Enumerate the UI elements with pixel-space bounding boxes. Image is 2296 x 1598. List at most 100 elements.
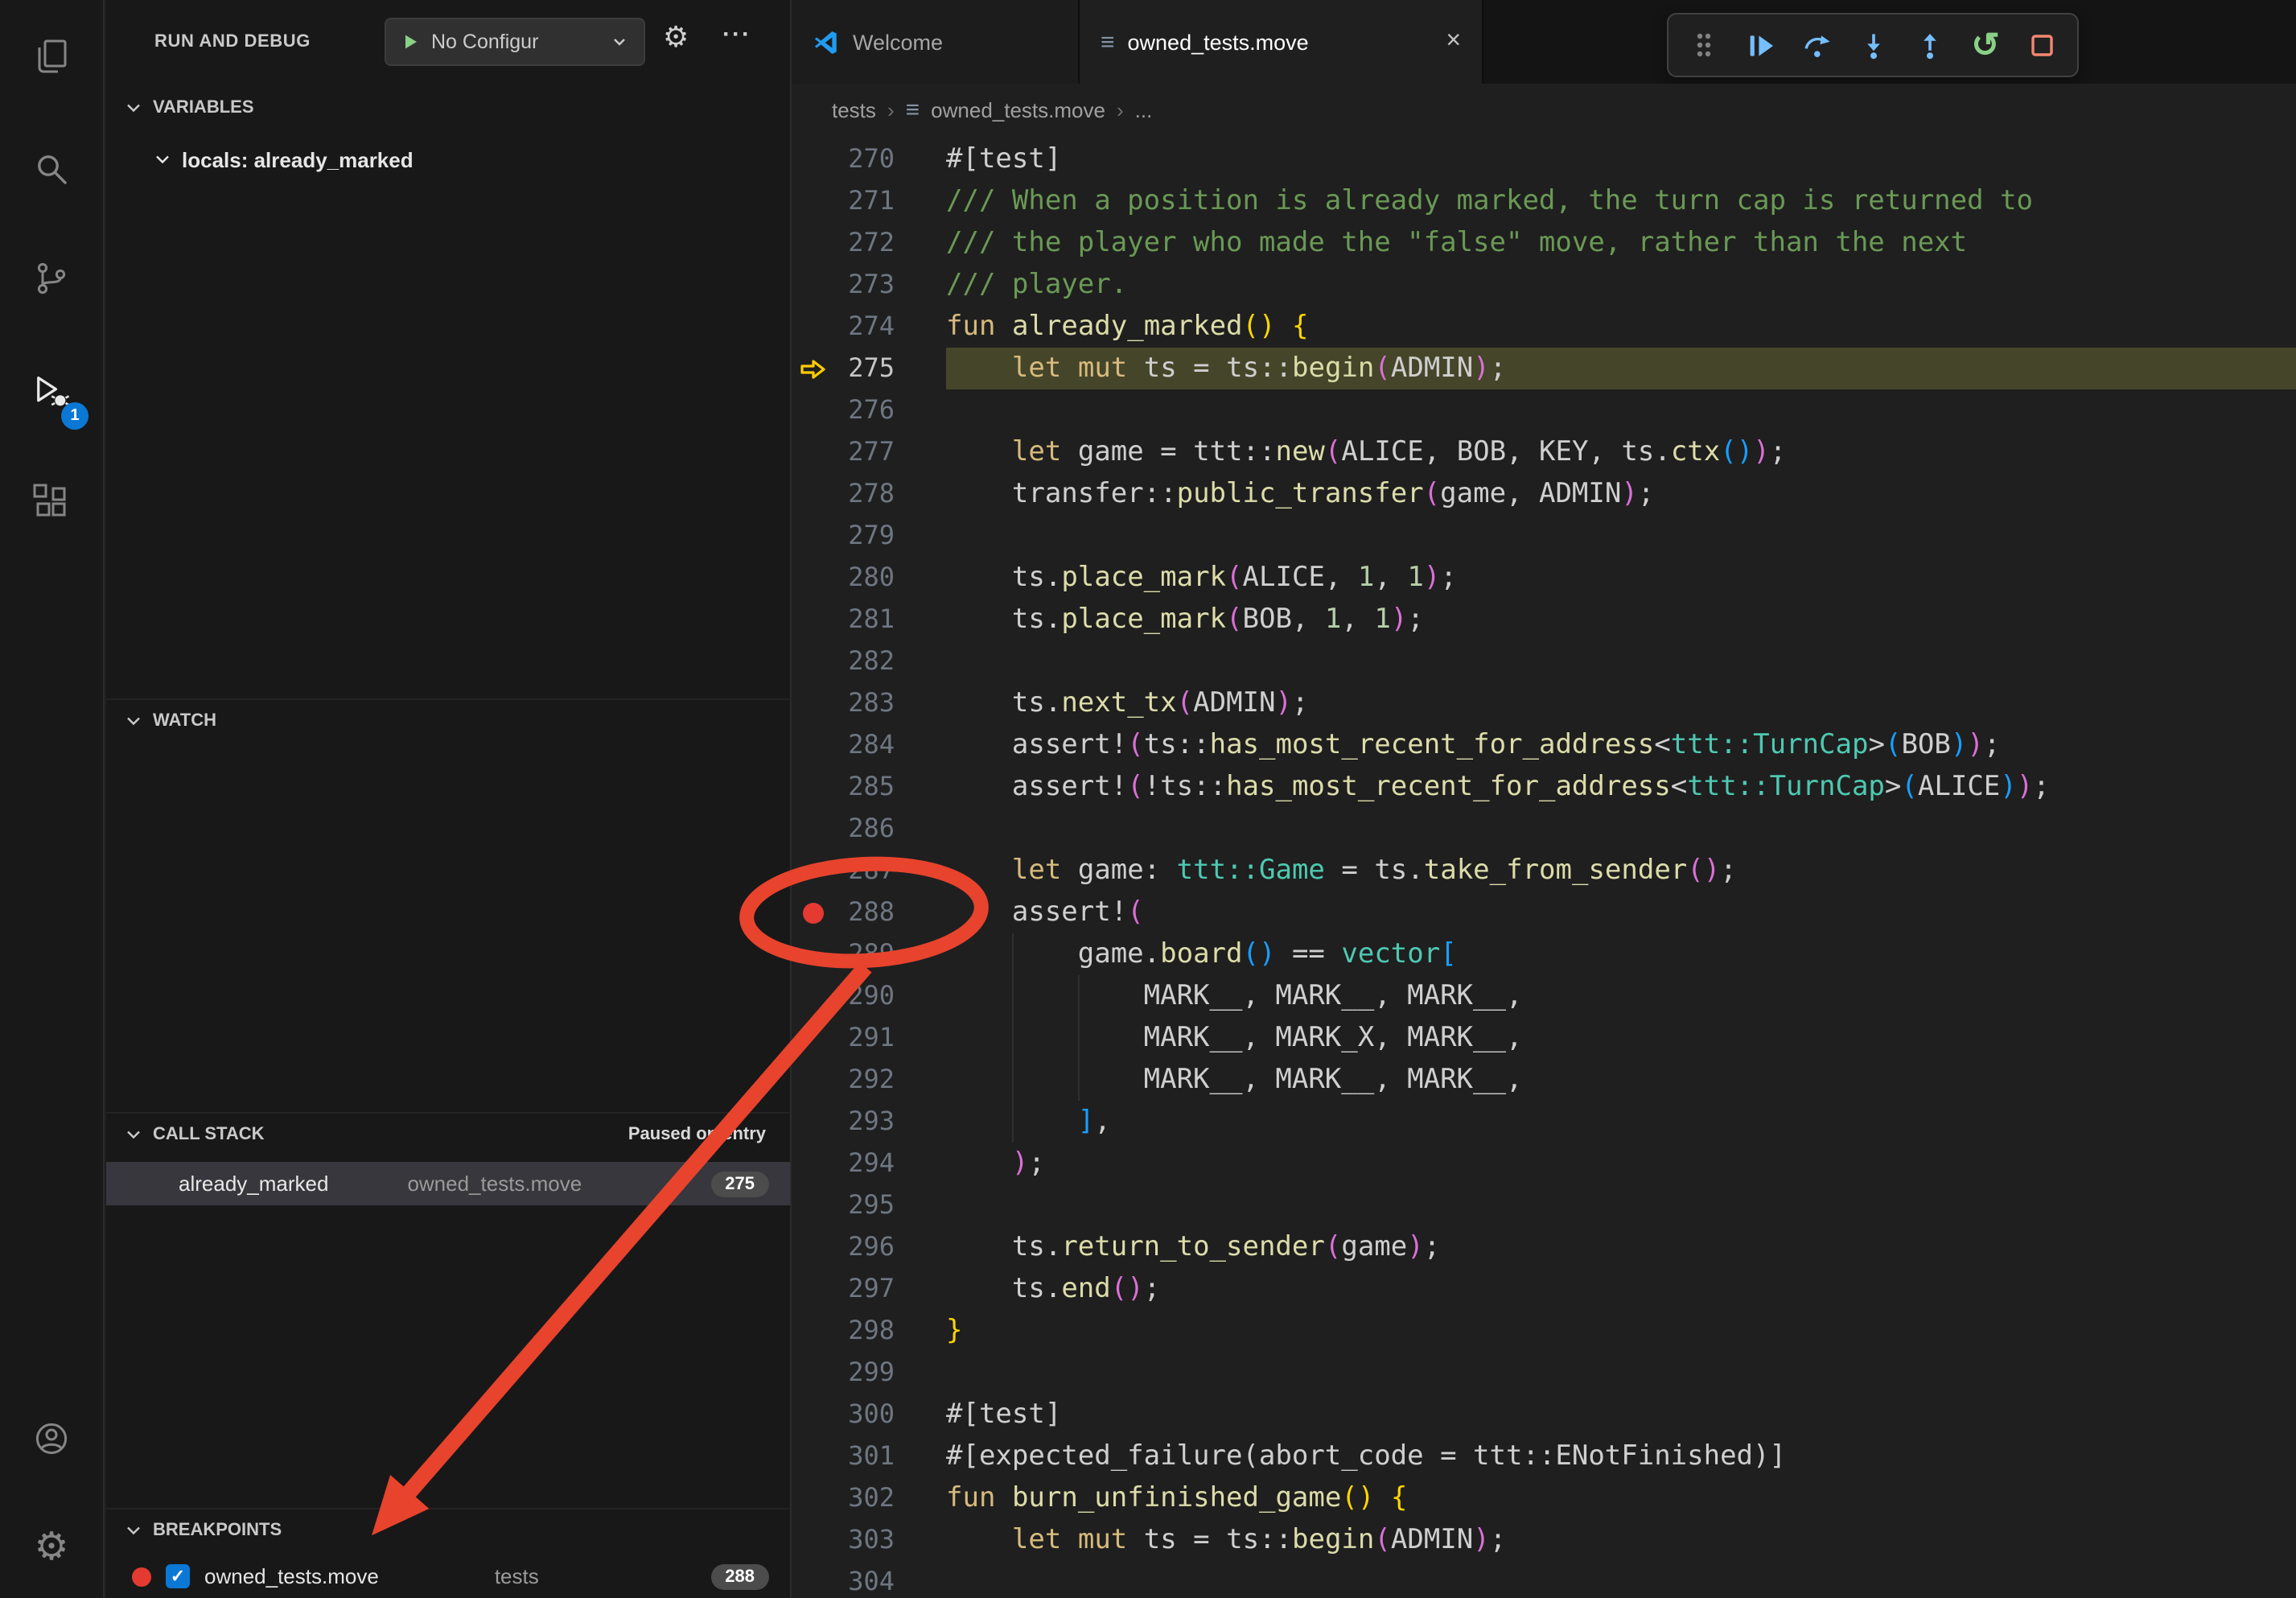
line-number[interactable]: 272 — [833, 222, 895, 264]
debug-config-dropdown[interactable]: No Configur — [385, 18, 645, 66]
line-number[interactable]: 279 — [833, 515, 895, 557]
line-number[interactable]: 293 — [833, 1101, 895, 1143]
line-number[interactable]: 271 — [833, 180, 895, 222]
code-line[interactable]: 302fun burn_unfinished_game() { — [792, 1477, 2296, 1519]
section-variables[interactable]: VARIABLES — [106, 87, 790, 129]
activity-item-settings[interactable]: ⚙ — [13, 1509, 90, 1587]
code-area[interactable]: 270#[test]271/// When a position is alre… — [792, 138, 2296, 1598]
code-line[interactable]: 289 game.board() == vector[ — [792, 933, 2296, 975]
line-number[interactable]: 302 — [833, 1477, 895, 1519]
gutter-glyph-margin[interactable] — [792, 599, 833, 640]
step-over-button[interactable] — [1797, 26, 1836, 64]
start-debugging-icon[interactable] — [401, 32, 420, 51]
tab-welcome[interactable]: Welcome — [792, 0, 1080, 84]
code-line[interactable]: 276 — [792, 389, 2296, 431]
line-number[interactable]: 298 — [833, 1310, 895, 1352]
activity-item-source-control[interactable] — [13, 240, 90, 317]
code-line[interactable]: 298} — [792, 1310, 2296, 1352]
line-number[interactable]: 300 — [833, 1394, 895, 1435]
breadcrumb-item-file[interactable]: owned_tests.move — [931, 98, 1105, 122]
section-breakpoints[interactable]: BREAKPOINTS — [106, 1508, 790, 1550]
gutter-glyph-margin[interactable] — [792, 975, 833, 1017]
line-number[interactable]: 304 — [833, 1561, 895, 1598]
line-number[interactable]: 281 — [833, 599, 895, 640]
activity-item-explorer[interactable] — [13, 18, 90, 95]
line-number[interactable]: 303 — [833, 1519, 895, 1561]
gutter-glyph-margin[interactable] — [792, 431, 833, 473]
code-line[interactable]: 280 ts.place_mark(ALICE, 1, 1); — [792, 557, 2296, 599]
more-actions-icon[interactable]: ··· — [722, 23, 751, 47]
line-number[interactable]: 286 — [833, 808, 895, 850]
code-line[interactable]: 293 ], — [792, 1101, 2296, 1143]
code-line[interactable]: 301#[expected_failure(abort_code = ttt::… — [792, 1435, 2296, 1477]
step-into-button[interactable] — [1854, 26, 1892, 64]
activity-item-extensions[interactable] — [13, 463, 90, 541]
stop-button[interactable] — [2022, 26, 2061, 64]
gutter-glyph-margin[interactable] — [792, 138, 833, 180]
gutter-glyph-margin[interactable] — [792, 180, 833, 222]
gutter-glyph-margin[interactable] — [792, 515, 833, 557]
line-number[interactable]: 274 — [833, 306, 895, 348]
gutter-glyph-margin[interactable] — [792, 1017, 833, 1059]
gutter-glyph-margin[interactable] — [792, 389, 833, 431]
gutter-glyph-margin[interactable] — [792, 1519, 833, 1561]
code-line[interactable]: 297 ts.end(); — [792, 1268, 2296, 1310]
gutter-glyph-margin[interactable] — [792, 306, 833, 348]
line-number[interactable]: 273 — [833, 264, 895, 306]
code-line[interactable]: 270#[test] — [792, 138, 2296, 180]
code-line[interactable]: 279 — [792, 515, 2296, 557]
tab-owned-tests-move[interactable]: ≡ owned_tests.move × — [1080, 0, 1483, 84]
line-number[interactable]: 291 — [833, 1017, 895, 1059]
line-number[interactable]: 282 — [833, 640, 895, 682]
gutter-glyph-margin[interactable] — [792, 1268, 833, 1310]
code-line[interactable]: 303 let mut ts = ts::begin(ADMIN); — [792, 1519, 2296, 1561]
code-line[interactable]: 295 — [792, 1184, 2296, 1226]
gutter-glyph-margin[interactable] — [792, 557, 833, 599]
activity-item-run-and-debug[interactable]: 1 — [13, 354, 90, 431]
code-line[interactable]: 273/// player. — [792, 264, 2296, 306]
close-icon[interactable]: × — [1446, 29, 1461, 55]
gutter-glyph-margin[interactable] — [792, 1352, 833, 1394]
breakpoint-checkbox[interactable]: ✓ — [166, 1564, 190, 1588]
code-line[interactable]: 284 assert!(ts::has_most_recent_for_addr… — [792, 724, 2296, 766]
breakpoint-list-item[interactable]: ✓ owned_tests.move tests 288 — [106, 1555, 790, 1598]
code-line[interactable]: 283 ts.next_tx(ADMIN); — [792, 682, 2296, 724]
line-number[interactable]: 296 — [833, 1226, 895, 1268]
code-line[interactable]: 292 MARK__, MARK__, MARK__, — [792, 1059, 2296, 1101]
code-line[interactable]: 272/// the player who made the "false" m… — [792, 222, 2296, 264]
code-line[interactable]: 296 ts.return_to_sender(game); — [792, 1226, 2296, 1268]
gutter-glyph-margin[interactable] — [792, 1310, 833, 1352]
line-number[interactable]: 289 — [833, 933, 895, 975]
code-line[interactable]: 286 — [792, 808, 2296, 850]
line-number[interactable]: 292 — [833, 1059, 895, 1101]
drag-handle[interactable] — [1685, 26, 1723, 64]
line-number[interactable]: 284 — [833, 724, 895, 766]
code-line[interactable]: 271/// When a position is already marked… — [792, 180, 2296, 222]
line-number[interactable]: 278 — [833, 473, 895, 515]
continue-button[interactable] — [1741, 26, 1780, 64]
breadcrumb-item-symbol[interactable]: ... — [1135, 98, 1153, 122]
gutter-glyph-margin[interactable] — [792, 1101, 833, 1143]
code-line[interactable]: 274fun already_marked() { — [792, 306, 2296, 348]
line-number[interactable]: 287 — [833, 850, 895, 892]
line-number[interactable]: 299 — [833, 1352, 895, 1394]
line-number[interactable]: 295 — [833, 1184, 895, 1226]
gutter-glyph-margin[interactable] — [792, 1561, 833, 1598]
code-line[interactable]: 287 let game: ttt::Game = ts.take_from_s… — [792, 850, 2296, 892]
gutter-glyph-margin[interactable] — [792, 1184, 833, 1226]
code-line[interactable]: 285 assert!(!ts::has_most_recent_for_add… — [792, 766, 2296, 808]
gutter-glyph-margin[interactable] — [792, 808, 833, 850]
line-number[interactable]: 277 — [833, 431, 895, 473]
line-number[interactable]: 275 — [833, 348, 895, 389]
code-line[interactable]: 275 let mut ts = ts::begin(ADMIN); — [792, 348, 2296, 389]
code-line[interactable]: 294 ); — [792, 1143, 2296, 1184]
code-line[interactable]: 277 let game = ttt::new(ALICE, BOB, KEY,… — [792, 431, 2296, 473]
gutter-glyph-margin[interactable] — [792, 724, 833, 766]
gutter-glyph-margin[interactable] — [792, 1143, 833, 1184]
line-number[interactable]: 294 — [833, 1143, 895, 1184]
code-line[interactable]: 288 assert!( — [792, 892, 2296, 933]
gutter-glyph-margin[interactable] — [792, 1394, 833, 1435]
code-line[interactable]: 290 MARK__, MARK__, MARK__, — [792, 975, 2296, 1017]
line-number[interactable]: 270 — [833, 138, 895, 180]
code-line[interactable]: 300#[test] — [792, 1394, 2296, 1435]
